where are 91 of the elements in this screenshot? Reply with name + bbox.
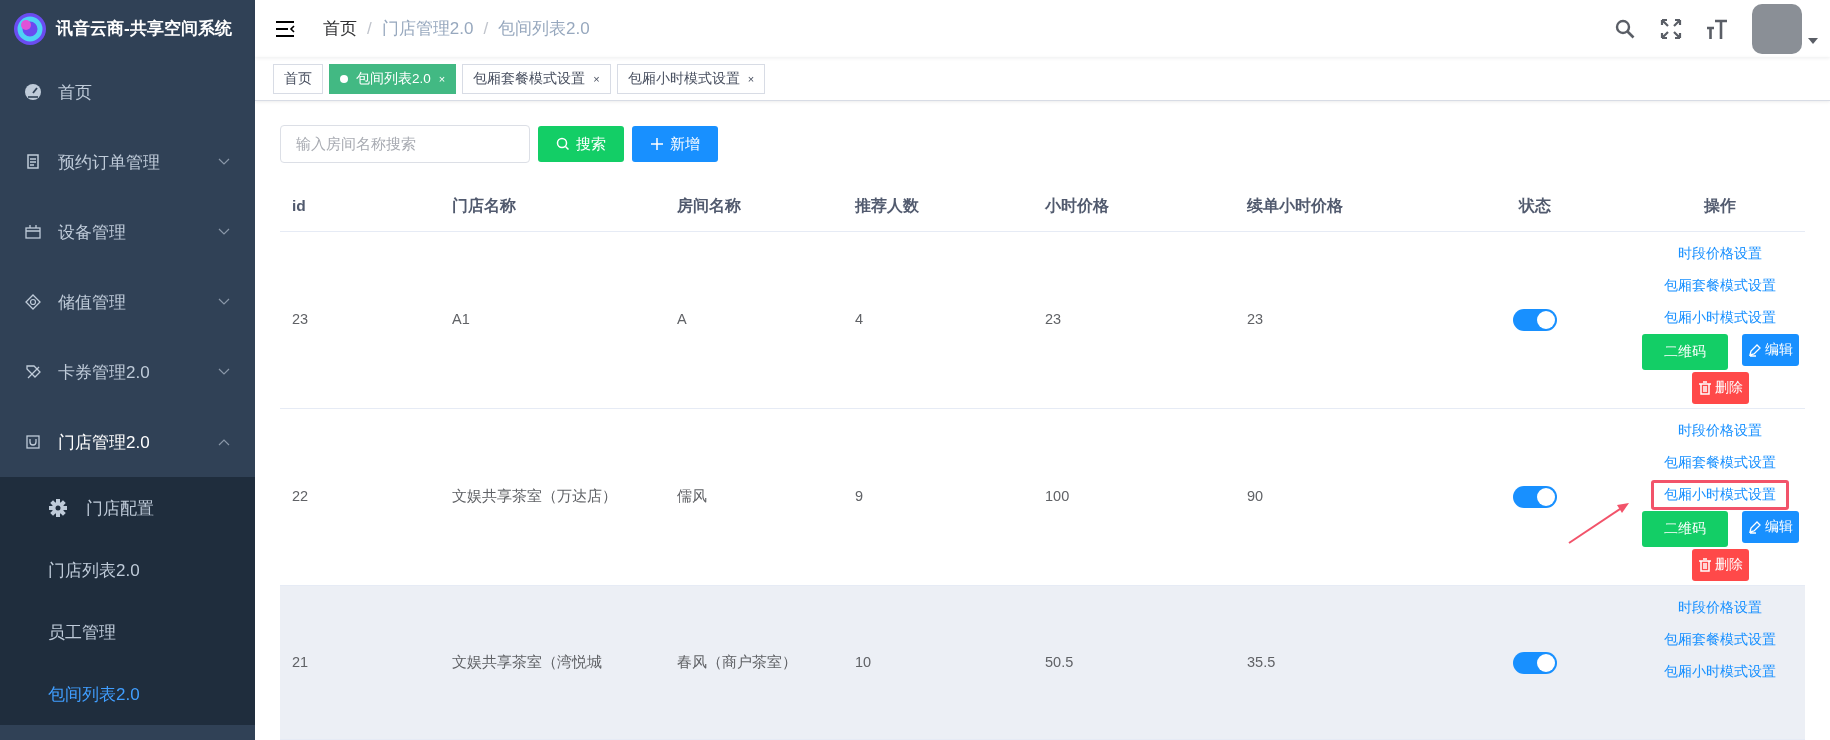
table-cell-text: 春风（商户茶室） <box>677 652 797 672</box>
status-toggle[interactable] <box>1513 651 1557 674</box>
submenu-item[interactable]: 门店列表2.0 <box>0 539 255 601</box>
search-icon <box>556 137 570 151</box>
table-cell-text: 10 <box>855 652 872 672</box>
table-cell-text: 文娱共享茶室（湾悦城 <box>452 652 602 672</box>
sidebar-item[interactable]: 设备管理 <box>0 197 255 267</box>
qr-code-button[interactable]: 二维码 <box>1641 334 1728 370</box>
submenu-item[interactable]: 包间列表2.0 <box>0 663 255 725</box>
menu-item-icon <box>24 433 42 451</box>
column-header: 操作 <box>1703 195 1737 216</box>
action-link[interactable]: 包厢套餐模式设置 <box>1651 448 1789 478</box>
sidebar-item[interactable]: 门店管理2.0 <box>0 407 255 477</box>
search-icon[interactable] <box>1614 17 1636 40</box>
close-icon[interactable]: × <box>747 72 755 85</box>
table-cell-text: 23 <box>292 310 309 330</box>
caret-icon[interactable] <box>1808 37 1818 44</box>
action-link[interactable]: 包厢小时模式设置 <box>1651 480 1789 510</box>
breadcrumb-item: 包间列表2.0 <box>498 18 590 40</box>
column-header: 状态 <box>1517 195 1552 216</box>
font-size-icon[interactable] <box>1706 17 1728 40</box>
menu-item-icon <box>24 223 42 241</box>
search-button[interactable]: 搜索 <box>538 126 624 162</box>
trash-icon <box>1697 381 1712 395</box>
table-cell-text: 90 <box>1247 487 1264 507</box>
logo-icon <box>12 10 48 47</box>
breadcrumb-separator: / <box>483 18 489 39</box>
column-header: 小时价格 <box>1044 195 1110 216</box>
trash-icon <box>1697 558 1712 572</box>
action-link[interactable]: 时段价格设置 <box>1665 593 1775 623</box>
settings-icon <box>48 498 68 518</box>
table-cell-text: 35.5 <box>1247 652 1276 672</box>
table-cell-text: A <box>677 310 687 330</box>
sidebar-item[interactable]: 首页 <box>0 57 255 127</box>
action-link[interactable]: 包厢套餐模式设置 <box>1651 271 1789 301</box>
table-cell-text: 21 <box>292 652 309 672</box>
menu-item-icon <box>24 153 42 171</box>
room-search-field[interactable]: 输入房间名称搜索 <box>280 125 530 163</box>
action-link[interactable]: 时段价格设置 <box>1665 239 1775 269</box>
sidebar-item[interactable]: 储值管理 <box>0 267 255 337</box>
table-cell-text: 文娱共享茶室（万达店） <box>452 487 617 507</box>
menu-icon[interactable] <box>275 19 295 38</box>
breadcrumb-separator: / <box>367 18 372 39</box>
delete-button[interactable]: 删除 <box>1691 549 1749 581</box>
status-toggle[interactable] <box>1513 486 1557 508</box>
active-dot-icon <box>340 74 348 83</box>
column-header: 推荐人数 <box>853 195 920 216</box>
page-tab[interactable]: 包厢套餐模式设置 × <box>462 63 611 94</box>
action-link[interactable]: 时段价格设置 <box>1665 416 1775 446</box>
close-icon[interactable]: × <box>438 72 446 85</box>
column-header: 续单小时价格 <box>1245 195 1344 216</box>
table-cell-text: 50.5 <box>1045 652 1074 672</box>
table-cell-text: A1 <box>452 310 470 330</box>
delete-button[interactable]: 删除 <box>1691 372 1749 404</box>
table-cell-text: 23 <box>1045 310 1062 330</box>
sidebar-item[interactable]: 卡券管理2.0 <box>0 337 255 407</box>
qr-code-button[interactable]: 二维码 <box>1641 511 1728 547</box>
fullscreen-icon[interactable] <box>1660 17 1682 40</box>
menu-item-icon <box>24 83 42 101</box>
menu-item-icon <box>24 293 42 311</box>
action-link[interactable]: 包厢小时模式设置 <box>1651 303 1789 333</box>
app-title: 讯音云商-共享空间系统 <box>56 18 232 40</box>
plus-icon <box>650 137 664 151</box>
column-header: 房间名称 <box>676 195 742 216</box>
breadcrumb-item[interactable]: 首页 <box>323 17 357 40</box>
edit-button[interactable]: 编辑 <box>1741 511 1799 543</box>
table-cell-text: 100 <box>1045 487 1070 507</box>
pencil-icon <box>1747 343 1762 357</box>
breadcrumb-item: 门店管理2.0 <box>381 18 474 40</box>
table-cell-text: 9 <box>855 487 864 507</box>
action-link[interactable]: 包厢小时模式设置 <box>1651 657 1789 687</box>
edit-button[interactable]: 编辑 <box>1741 334 1799 366</box>
submenu-item[interactable]: 员工管理 <box>0 601 255 663</box>
page-tab[interactable]: 包厢小时模式设置 × <box>616 63 766 94</box>
status-toggle[interactable] <box>1513 309 1557 331</box>
table-cell-text: 23 <box>1247 310 1264 330</box>
add-button[interactable]: 新增 <box>632 126 718 162</box>
sidebar-item[interactable]: 预约订单管理 <box>0 127 255 197</box>
page-tab[interactable]: 首页 <box>273 63 323 94</box>
table-cell-text: 22 <box>292 487 309 507</box>
table-cell-text: 儒风 <box>677 487 707 507</box>
menu-item-icon <box>24 363 42 381</box>
column-header: id <box>291 197 307 215</box>
column-header: 门店名称 <box>451 195 517 216</box>
action-link[interactable]: 包厢套餐模式设置 <box>1651 625 1789 655</box>
pencil-icon <box>1747 520 1762 534</box>
close-icon[interactable]: × <box>593 72 600 85</box>
avatar-photo-placeholder[interactable] <box>1752 3 1802 54</box>
table-cell-text: 4 <box>855 310 864 330</box>
page-tab[interactable]: 包间列表2.0 × <box>329 63 457 94</box>
submenu-item[interactable]: 门店配置 <box>0 477 255 539</box>
